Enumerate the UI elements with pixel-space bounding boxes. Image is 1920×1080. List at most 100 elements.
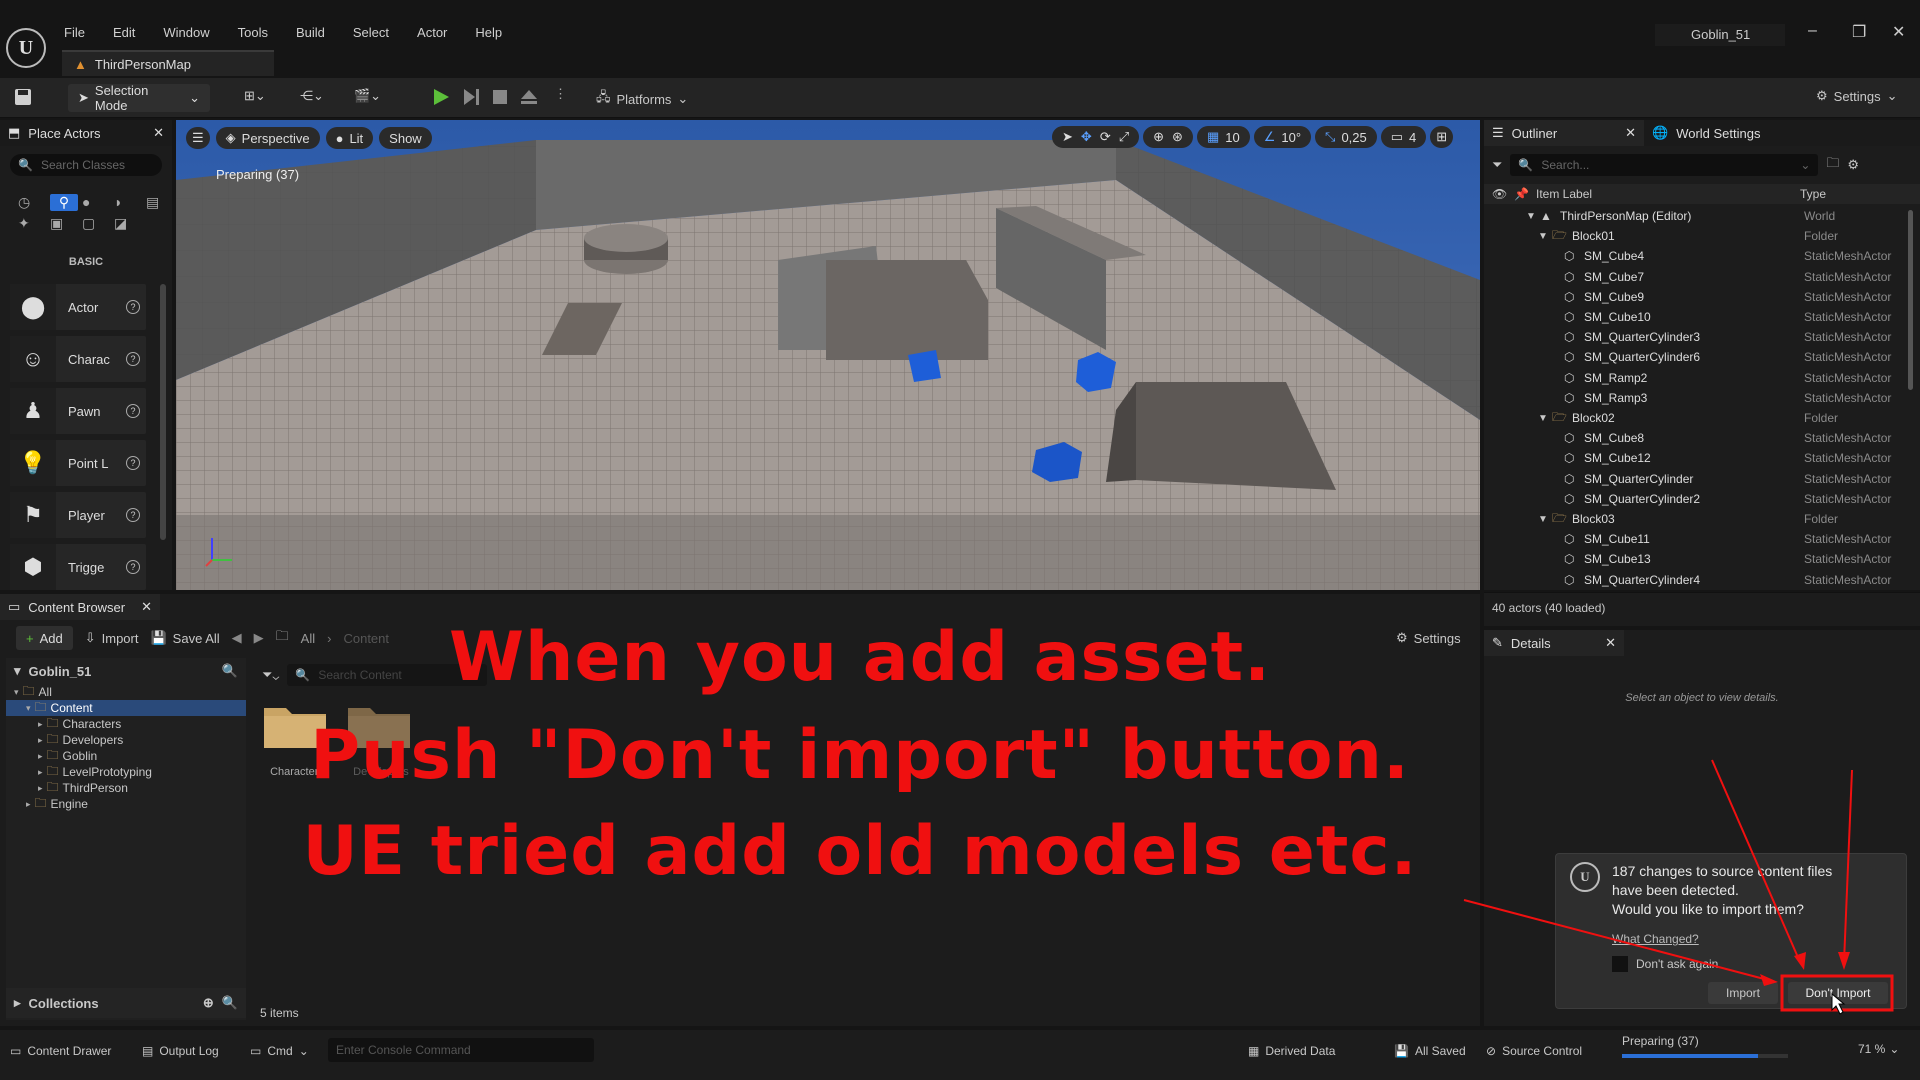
actor-item[interactable]: ☺ Charac?: [10, 336, 146, 382]
cinematic-icon[interactable]: ▤: [146, 194, 174, 211]
item-label-column[interactable]: Item Label: [1536, 187, 1592, 201]
scrollbar[interactable]: [160, 284, 166, 540]
all-classes-icon[interactable]: ◪: [114, 215, 142, 232]
collections-section[interactable]: ▸ Collections ⊕ 🔍: [6, 988, 246, 1018]
dont-ask-again-checkbox[interactable]: Don't ask again: [1612, 956, 1718, 972]
outliner-search-input[interactable]: 🔍 Search... ⌄: [1510, 154, 1819, 176]
platforms-button[interactable]: 🖧 Platforms ⌄: [596, 88, 688, 110]
outliner-row[interactable]: ⬡ SM_QuarterCylinder3 StaticMeshActor: [1484, 327, 1920, 347]
outliner-row[interactable]: ⬡ SM_QuarterCylinder2 StaticMeshActor: [1484, 489, 1920, 509]
chevron-down-icon[interactable]: ▼: [1538, 413, 1548, 424]
output-log-button[interactable]: ▤ Output Log: [142, 1044, 219, 1058]
close-icon[interactable]: ✕: [1625, 125, 1636, 141]
recent-icon[interactable]: ◷: [18, 194, 46, 211]
eject-icon[interactable]: [520, 88, 538, 106]
level-viewport[interactable]: ☰ ◈ Perspective ● Lit Show Preparing (37) …: [176, 120, 1480, 590]
map-tab[interactable]: ▲ ThirdPersonMap: [62, 50, 274, 76]
filter-icon[interactable]: ⏷: [1492, 157, 1502, 173]
zoom-readout[interactable]: 71 % ⌄: [1858, 1042, 1899, 1056]
translate-tool-icon[interactable]: ✥: [1081, 129, 1092, 145]
menu-window[interactable]: Window: [163, 25, 209, 40]
show-button[interactable]: Show: [379, 127, 432, 149]
outliner-row[interactable]: ▼ ▲ ThirdPersonMap (Editor) World: [1484, 206, 1920, 226]
outliner-row[interactable]: ⬡ SM_Cube13 StaticMeshActor: [1484, 549, 1920, 569]
outliner-row[interactable]: ⬡ SM_Cube9 StaticMeshActor: [1484, 287, 1920, 307]
menu-select[interactable]: Select: [353, 25, 389, 40]
play-icon[interactable]: [432, 88, 450, 106]
geometry-icon[interactable]: ▢: [82, 215, 110, 232]
camera-speed-button[interactable]: ▭ 4: [1380, 126, 1427, 148]
unreal-logo-icon[interactable]: U: [6, 28, 46, 68]
world-settings-tab[interactable]: 🌐 World Settings: [1644, 120, 1769, 146]
actor-item[interactable]: 💡 Point L?: [10, 440, 146, 486]
chevron-down-icon[interactable]: ▼: [1538, 514, 1548, 525]
volumes-icon[interactable]: ▣: [50, 215, 78, 232]
search-classes-input[interactable]: 🔍 Search Classes: [10, 154, 162, 176]
derived-data-button[interactable]: ▦ Derived Data: [1248, 1044, 1335, 1058]
outliner-row[interactable]: ⬡ SM_Cube11 StaticMeshActor: [1484, 529, 1920, 549]
outliner-row[interactable]: ⬡ SM_Ramp2 StaticMeshActor: [1484, 368, 1920, 388]
help-icon[interactable]: ?: [126, 300, 140, 314]
menu-file[interactable]: File: [64, 25, 85, 40]
search-icon[interactable]: 🔍: [222, 995, 238, 1011]
import-button[interactable]: Import: [1708, 982, 1778, 1004]
help-icon[interactable]: ?: [126, 508, 140, 522]
selection-mode-button[interactable]: ➤ Selection Mode ⌄: [68, 83, 210, 113]
actor-item[interactable]: ⚑ Player?: [10, 492, 146, 538]
close-icon[interactable]: ✕: [153, 125, 164, 141]
basic-category-icon[interactable]: ⚲: [50, 194, 78, 211]
help-icon[interactable]: ?: [126, 560, 140, 574]
viewport-layout-icon[interactable]: ⊞: [1430, 126, 1454, 148]
help-icon[interactable]: ?: [126, 352, 140, 366]
outliner-row[interactable]: ⬡ SM_Cube4 StaticMeshActor: [1484, 246, 1920, 266]
add-folder-icon[interactable]: 🗀: [1826, 154, 1839, 176]
what-changed-link[interactable]: What Changed?: [1612, 932, 1699, 946]
cmd-button[interactable]: ▭ Cmd ⌄: [250, 1044, 309, 1058]
content-drawer-button[interactable]: ▭ Content Drawer: [10, 1044, 111, 1058]
actor-item[interactable]: ⬤ Actor?: [10, 284, 146, 330]
visual-effects-icon[interactable]: ✦: [18, 215, 46, 232]
type-column[interactable]: Type: [1800, 187, 1826, 201]
outliner-row[interactable]: ⬡ SM_Cube12 StaticMeshActor: [1484, 448, 1920, 468]
step-icon[interactable]: [462, 88, 480, 106]
perspective-button[interactable]: ◈ Perspective: [215, 127, 320, 149]
folder-tree-item[interactable]: ▾ 🗀 Content: [6, 700, 246, 716]
outliner-row[interactable]: ⬡ SM_QuarterCylinder6 StaticMeshActor: [1484, 347, 1920, 367]
console-command-input[interactable]: Enter Console Command: [328, 1038, 594, 1062]
more-options-icon[interactable]: ⋮: [554, 86, 567, 102]
actor-item[interactable]: ♟ Pawn?: [10, 388, 146, 434]
place-actors-tab[interactable]: ⬒ Place Actors ✕: [0, 120, 172, 146]
menu-help[interactable]: Help: [475, 25, 502, 40]
menu-build[interactable]: Build: [296, 25, 325, 40]
outliner-row[interactable]: ⬡ SM_QuarterCylinder4 StaticMeshActor: [1484, 570, 1920, 590]
lit-button[interactable]: ● Lit: [325, 127, 374, 149]
folder-tree-item[interactable]: ▸ 🗀 Engine: [6, 796, 246, 812]
help-icon[interactable]: ?: [126, 456, 140, 470]
outliner-row[interactable]: ⬡ SM_Cube7 StaticMeshActor: [1484, 267, 1920, 287]
rotate-tool-icon[interactable]: ⟳: [1100, 129, 1111, 145]
add-collection-icon[interactable]: ⊕: [203, 995, 214, 1011]
outliner-tab[interactable]: ☰ Outliner ✕: [1484, 120, 1644, 146]
menu-tools[interactable]: Tools: [238, 25, 268, 40]
chevron-down-icon[interactable]: ▼: [1538, 231, 1548, 242]
settings-button[interactable]: ⚙ Settings ⌄: [1816, 88, 1898, 104]
save-icon[interactable]: [14, 88, 32, 106]
close-icon[interactable]: ✕: [141, 599, 152, 615]
hamburger-menu-icon[interactable]: ☰: [186, 127, 210, 149]
stop-icon[interactable]: [492, 89, 508, 105]
shapes-icon[interactable]: ◗: [114, 194, 142, 211]
outliner-row[interactable]: ⬡ SM_QuarterCylinder StaticMeshActor: [1484, 469, 1920, 489]
outliner-row[interactable]: ▼ 🗁 Block01 Folder: [1484, 226, 1920, 246]
scale-tool-icon[interactable]: ⤢: [1119, 129, 1129, 145]
minimize-icon[interactable]: –: [1808, 22, 1817, 40]
content-browser-tab[interactable]: ▭ Content Browser ✕: [0, 594, 160, 620]
visibility-icon[interactable]: 👁: [1492, 187, 1507, 201]
surface-snap-icon[interactable]: ⊛: [1172, 129, 1183, 145]
rotation-snap-button[interactable]: ∠ 10°: [1253, 126, 1312, 148]
dont-import-button[interactable]: Don't Import: [1788, 982, 1888, 1004]
chevron-down-icon[interactable]: ▼: [1526, 211, 1536, 222]
restore-icon[interactable]: ❐: [1852, 22, 1866, 42]
cinematics-icon[interactable]: 🎬⌄: [354, 88, 381, 104]
chevron-right-icon[interactable]: ▸: [26, 799, 31, 810]
select-tool-icon[interactable]: ➤: [1062, 129, 1073, 145]
